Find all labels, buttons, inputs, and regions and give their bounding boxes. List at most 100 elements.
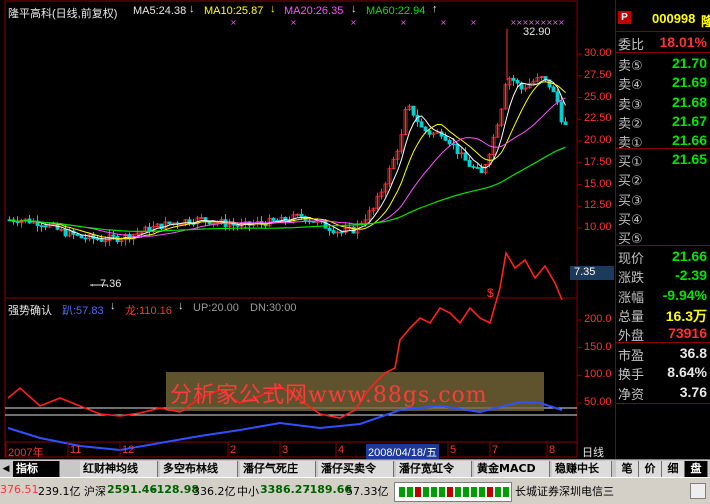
quote-value: -2.39 (675, 267, 707, 284)
candle-body (411, 105, 416, 116)
tab-indicator-5[interactable]: 潘仔宽虹令 (396, 461, 472, 477)
x-axis-label: 2007年 (8, 447, 44, 459)
quote-value: 21.68 (671, 93, 707, 110)
low-price-label: ←7.36 (89, 278, 122, 290)
sz-amount: 336.2亿 (193, 485, 236, 498)
tab-indicator-2[interactable]: 多空布林线 (160, 461, 238, 477)
quote-row: 买② (618, 169, 709, 189)
tab-indicator-0[interactable]: 指标 (13, 461, 60, 477)
stock-short-name: 隆 (701, 15, 710, 30)
candle-body (463, 152, 468, 161)
down-arrow-icon: ↓ (351, 3, 357, 15)
candle-body (423, 126, 428, 132)
sz-label: 沪深 (84, 485, 106, 498)
quote-label: 现价 (618, 252, 645, 267)
date-cursor: 2008/04/18/五 (366, 444, 440, 460)
price-axis-label: 20.00 (584, 134, 612, 146)
candle-body (475, 167, 480, 169)
mid-index: 3386.27 (260, 483, 311, 496)
indicator-tabs: ◀ 指标 红财神均线 多空布林线 潘仔气死庄 潘仔买卖令 潘仔宽虹令 黄金MACD 稳赚中长 … (0, 459, 710, 478)
quote-row: 涨跌 -2.39 (618, 266, 709, 286)
quote-value: -9.94% (662, 286, 707, 303)
quote-value: 3.76 (679, 383, 707, 400)
ma20-label: MA20:26.35 (284, 5, 344, 17)
tab-indicator-3[interactable]: 潘仔气死庄 (240, 461, 316, 477)
indicator-axis-label: 200.0 (584, 313, 612, 325)
indicator-name[interactable]: 强势确认 (8, 302, 52, 318)
kline-chart[interactable]: × × × × × × × × × × × × × × × 隆平高科(日线,前复权) MA5:24.38 ↓… (0, 0, 615, 460)
down-arrow-icon: ↓ (178, 300, 184, 312)
candle-body (331, 230, 336, 234)
quote-label: 涨幅 (618, 290, 645, 306)
quote-value: 73916 (668, 325, 707, 342)
candle-body (471, 166, 476, 168)
price-axis-label: 10.00 (584, 221, 612, 233)
candle-body (447, 139, 452, 145)
status-bar: 376.51 239.1亿 沪深 2591.46 -128.98 336.2亿 … (0, 477, 710, 504)
candle-body (111, 234, 116, 237)
quote-label: 卖② (618, 116, 643, 132)
mid-change: -189.66 (305, 483, 353, 496)
quote-row: 卖③ 21.68 (618, 93, 709, 113)
ma60-label: MA60:22.94 (366, 5, 426, 17)
window-icon[interactable] (690, 483, 706, 499)
quote-row: 买③ (618, 189, 709, 209)
down-arrow-icon: ↓ (189, 3, 195, 15)
mini-bar (407, 487, 413, 497)
quote-value: 21.65 (671, 151, 707, 167)
indicator-axis-label: 50.00 (584, 396, 612, 408)
mini-bar (399, 487, 405, 497)
quote-label: 卖④ (618, 78, 643, 94)
candle-body (479, 167, 484, 174)
quote-row: 卖② 21.67 (618, 112, 709, 132)
mini-bar (463, 487, 469, 497)
signal-x-icon: × (230, 18, 237, 27)
quote-label: 买③ (618, 193, 643, 209)
side-tab-3[interactable]: 盘 (685, 461, 708, 477)
mini-bar (487, 487, 493, 497)
quote-value: 8.64% (667, 364, 707, 381)
indicator-axis-label: 100.0 (584, 368, 612, 381)
candle-body (555, 91, 560, 103)
mini-bar (447, 487, 453, 497)
mini-bar (495, 487, 501, 497)
tab-indicator-7[interactable]: 稳赚中长 (552, 461, 612, 477)
mid-amount: 57.33亿 (346, 485, 389, 498)
side-tab-1[interactable]: 价 (639, 461, 662, 477)
quote-value: 21.67 (671, 112, 707, 129)
p-icon[interactable]: P (618, 11, 631, 24)
quote-label: 卖⑤ (618, 59, 643, 74)
quote-label: 买① (618, 155, 643, 170)
side-tab-0[interactable]: 笔 (616, 461, 639, 477)
quote-value: 21.66 (671, 248, 707, 264)
ma5-line (9, 79, 566, 240)
tab-indicator-6[interactable]: 黄金MACD (474, 461, 550, 477)
sz-index: 2591.46 (107, 483, 158, 496)
period-label[interactable]: 日线 (582, 444, 604, 460)
watermark-text: 分析家公式网www.88gs.com (170, 383, 488, 408)
quote-row: 买① 21.65 (618, 150, 709, 170)
mini-bar (471, 487, 477, 497)
mid-label: 中小 (237, 485, 259, 498)
x-axis-label: 3 (282, 444, 289, 456)
side-tab-2[interactable]: 细 (662, 461, 685, 477)
candle-body (75, 233, 80, 236)
mini-bar (455, 487, 461, 497)
candle-body (327, 227, 332, 231)
price-axis-label: 12.50 (584, 199, 612, 212)
stock-title: 隆平高科(日线,前复权) (8, 8, 118, 20)
candle-body (231, 223, 236, 226)
indicator-value-1: 趴:57.83 (62, 305, 104, 317)
signal-x-icon: × (558, 18, 565, 27)
ma5-label: MA5:24.38 (133, 5, 187, 17)
tab-indicator-4[interactable]: 潘仔买卖令 (318, 461, 394, 477)
market-bars[interactable] (394, 482, 512, 502)
signal-x-icon: × (290, 18, 297, 27)
x-axis-label: 5 (450, 444, 457, 456)
tab-scroll-left-icon[interactable]: ◀ (0, 460, 12, 477)
quote-row: 市盈 36.8 (618, 344, 709, 364)
candle-body (63, 228, 68, 237)
quote-value: 21.66 (671, 132, 707, 149)
x-axis-label: 2 (230, 444, 237, 456)
tab-indicator-1[interactable]: 红财神均线 (80, 461, 158, 477)
